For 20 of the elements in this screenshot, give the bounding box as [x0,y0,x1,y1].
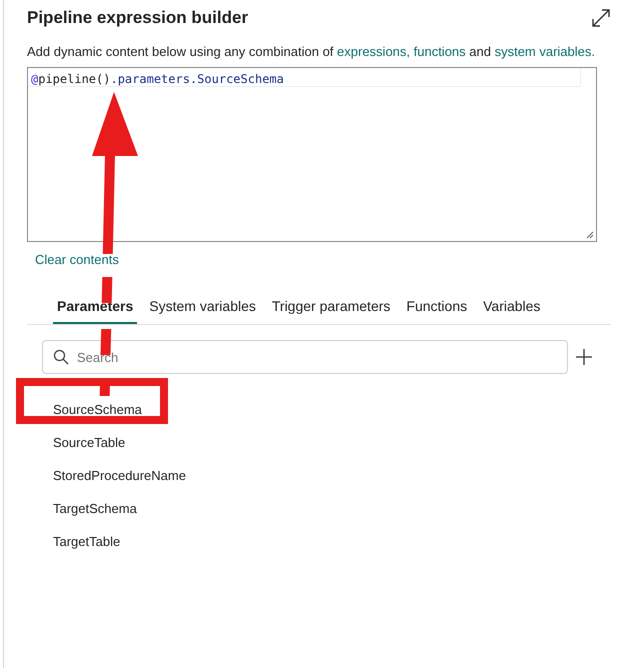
tab[interactable]: Trigger parameters [268,298,394,324]
search-field[interactable]: Search [42,340,568,374]
help-link[interactable]: expressions, functions [337,44,466,59]
expression-code: @pipeline().parameters.SourceSchema [31,72,284,86]
description-text: Add dynamic content below using any combination of expressions, functions and system variables. [27,44,596,59]
parameter-item[interactable]: SourceTable [53,435,126,450]
add-icon[interactable] [576,349,592,365]
tab[interactable]: Functions [402,298,472,324]
parameter-item[interactable]: TargetTable [53,534,120,549]
search-icon [53,349,69,365]
resize-grip-icon[interactable] [586,231,594,239]
parameter-item[interactable]: StoredProcedureName [53,468,186,483]
panel-title: Pipeline expression builder [27,8,248,28]
expand-icon[interactable] [591,8,611,28]
parameter-item[interactable]: TargetSchema [53,501,137,516]
tab[interactable]: System variables [145,298,260,324]
help-link[interactable]: system variables. [494,44,595,59]
clear-contents-link[interactable]: Clear contents [35,252,119,267]
parameter-item[interactable]: SourceSchema [53,402,142,417]
tab[interactable]: Variables [479,298,544,324]
